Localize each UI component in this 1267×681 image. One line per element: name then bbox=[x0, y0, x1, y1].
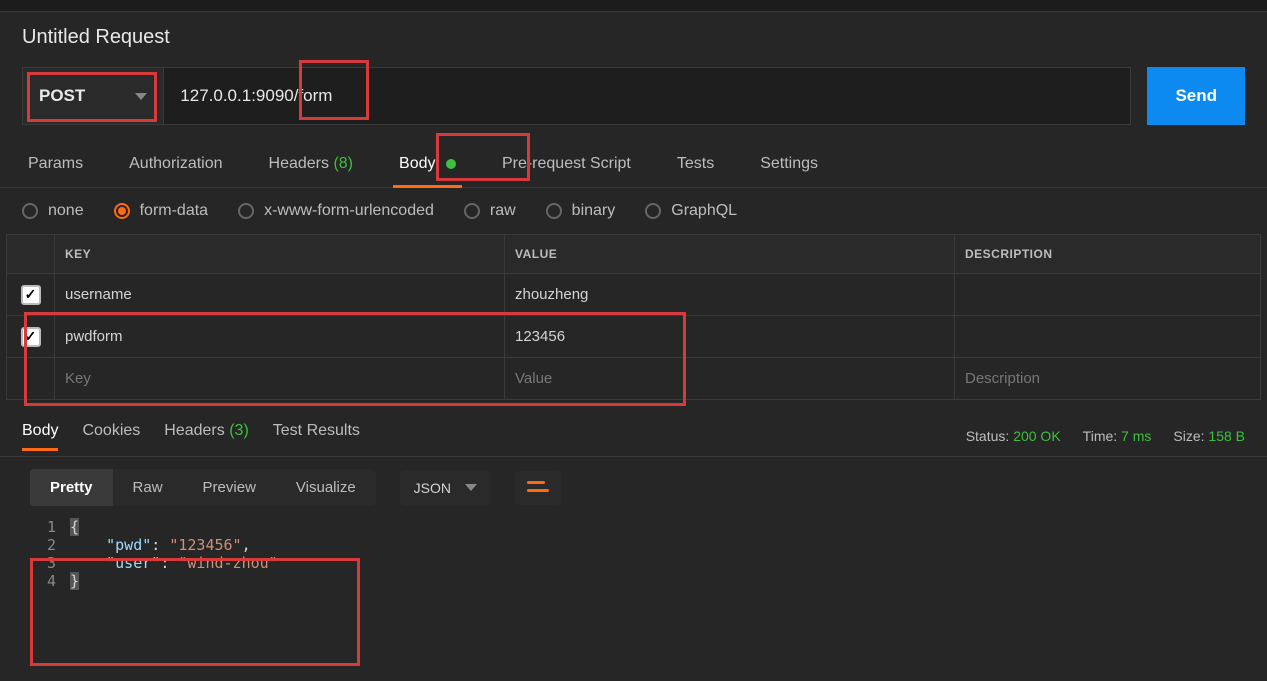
radio-urlencoded-label: x-www-form-urlencoded bbox=[264, 202, 434, 220]
key-placeholder[interactable]: Key bbox=[55, 358, 505, 400]
radio-icon bbox=[22, 203, 38, 219]
language-label: JSON bbox=[414, 480, 451, 496]
value-placeholder[interactable]: Value bbox=[505, 358, 955, 400]
status-value: 200 OK bbox=[1013, 428, 1060, 444]
resp-tab-headers[interactable]: Headers (3) bbox=[164, 422, 249, 450]
http-method-label: POST bbox=[39, 86, 85, 106]
response-tabs: Body Cookies Headers (3) Test Results bbox=[22, 422, 360, 450]
tab-params[interactable]: Params bbox=[22, 145, 89, 187]
code-token: "pwd" bbox=[106, 536, 151, 554]
tab-strip bbox=[0, 0, 1267, 12]
size-value: 158 B bbox=[1208, 428, 1245, 444]
radio-raw[interactable]: raw bbox=[464, 202, 516, 220]
radio-binary-label: binary bbox=[572, 202, 616, 220]
resp-tab-cookies[interactable]: Cookies bbox=[82, 422, 140, 450]
table-row: username zhouzheng bbox=[7, 274, 1261, 316]
radio-raw-label: raw bbox=[490, 202, 516, 220]
send-button[interactable]: Send bbox=[1147, 67, 1245, 125]
time-label: Time: bbox=[1083, 428, 1117, 444]
wrap-icon bbox=[527, 479, 549, 497]
view-mode-tabs: Pretty Raw Preview Visualize bbox=[30, 469, 376, 506]
resp-tab-body[interactable]: Body bbox=[22, 422, 58, 450]
line-number: 3 bbox=[30, 554, 70, 572]
table-row: pwdform 123456 bbox=[7, 316, 1261, 358]
chevron-down-icon bbox=[465, 484, 477, 491]
line-number: 4 bbox=[30, 572, 70, 590]
radio-formdata-label: form-data bbox=[140, 202, 208, 220]
body-active-indicator-icon bbox=[446, 159, 456, 169]
radio-icon bbox=[645, 203, 661, 219]
tab-tests[interactable]: Tests bbox=[671, 145, 720, 187]
view-pretty[interactable]: Pretty bbox=[30, 469, 113, 506]
size-label: Size: bbox=[1173, 428, 1204, 444]
tab-body[interactable]: Body bbox=[393, 145, 462, 187]
url-input[interactable] bbox=[180, 86, 1114, 106]
radio-icon bbox=[238, 203, 254, 219]
code-token: "user" bbox=[106, 554, 160, 572]
resp-tab-headers-label: Headers bbox=[164, 422, 224, 439]
radio-icon bbox=[114, 203, 130, 219]
radio-form-data[interactable]: form-data bbox=[114, 202, 208, 220]
key-cell[interactable]: username bbox=[55, 274, 505, 316]
view-preview[interactable]: Preview bbox=[183, 469, 276, 506]
language-select[interactable]: JSON bbox=[400, 470, 491, 506]
row-checkbox[interactable] bbox=[21, 285, 41, 305]
form-data-table: KEY VALUE DESCRIPTION username zhouzheng… bbox=[6, 234, 1261, 400]
value-cell[interactable]: zhouzheng bbox=[505, 274, 955, 316]
body-type-radios: none form-data x-www-form-urlencoded raw… bbox=[0, 188, 1267, 234]
method-url-container: POST bbox=[22, 67, 1131, 125]
chevron-down-icon bbox=[135, 93, 147, 100]
line-number: 2 bbox=[30, 536, 70, 554]
tab-headers-label: Headers bbox=[269, 155, 329, 172]
status-label: Status: bbox=[966, 428, 1010, 444]
code-token: "wind-zhou" bbox=[178, 554, 277, 572]
time-value: 7 ms bbox=[1121, 428, 1151, 444]
response-code[interactable]: 1{ 2 "pwd": "123456", 3 "user": "wind-zh… bbox=[30, 518, 1237, 590]
code-token: { bbox=[70, 518, 79, 536]
radio-binary[interactable]: binary bbox=[546, 202, 616, 220]
http-method-select[interactable]: POST bbox=[23, 68, 164, 124]
tab-authorization[interactable]: Authorization bbox=[123, 145, 228, 187]
wrap-lines-button[interactable] bbox=[515, 471, 561, 505]
tab-headers-count: (8) bbox=[333, 155, 353, 172]
radio-urlencoded[interactable]: x-www-form-urlencoded bbox=[238, 202, 434, 220]
table-header-description: DESCRIPTION bbox=[955, 235, 1261, 274]
tab-body-label: Body bbox=[399, 155, 435, 172]
resp-tab-test-results[interactable]: Test Results bbox=[273, 422, 360, 450]
tab-prerequest[interactable]: Pre-request Script bbox=[496, 145, 637, 187]
radio-graphql[interactable]: GraphQL bbox=[645, 202, 737, 220]
request-title: Untitled Request bbox=[22, 26, 170, 49]
radio-graphql-label: GraphQL bbox=[671, 202, 737, 220]
key-cell[interactable]: pwdform bbox=[55, 316, 505, 358]
tab-headers[interactable]: Headers (8) bbox=[263, 145, 360, 187]
table-row-new: Key Value Description bbox=[7, 358, 1261, 400]
tab-settings[interactable]: Settings bbox=[754, 145, 824, 187]
code-token: "123456" bbox=[169, 536, 241, 554]
desc-placeholder[interactable]: Description bbox=[955, 358, 1261, 400]
table-header-checkbox bbox=[7, 235, 55, 274]
desc-cell[interactable] bbox=[955, 274, 1261, 316]
radio-icon bbox=[546, 203, 562, 219]
view-raw[interactable]: Raw bbox=[113, 469, 183, 506]
table-header-key: KEY bbox=[55, 235, 505, 274]
request-tabs: Params Authorization Headers (8) Body Pr… bbox=[0, 137, 1267, 188]
line-number: 1 bbox=[30, 518, 70, 536]
radio-icon bbox=[464, 203, 480, 219]
row-checkbox[interactable] bbox=[21, 327, 41, 347]
table-header-value: VALUE bbox=[505, 235, 955, 274]
value-cell[interactable]: 123456 bbox=[505, 316, 955, 358]
code-token: } bbox=[70, 572, 79, 590]
desc-cell[interactable] bbox=[955, 316, 1261, 358]
response-meta: Status: 200 OK Time: 7 ms Size: 158 B bbox=[966, 428, 1245, 444]
view-visualize[interactable]: Visualize bbox=[276, 469, 376, 506]
radio-none-label: none bbox=[48, 202, 84, 220]
radio-none[interactable]: none bbox=[22, 202, 84, 220]
resp-tab-headers-count: (3) bbox=[229, 422, 249, 439]
